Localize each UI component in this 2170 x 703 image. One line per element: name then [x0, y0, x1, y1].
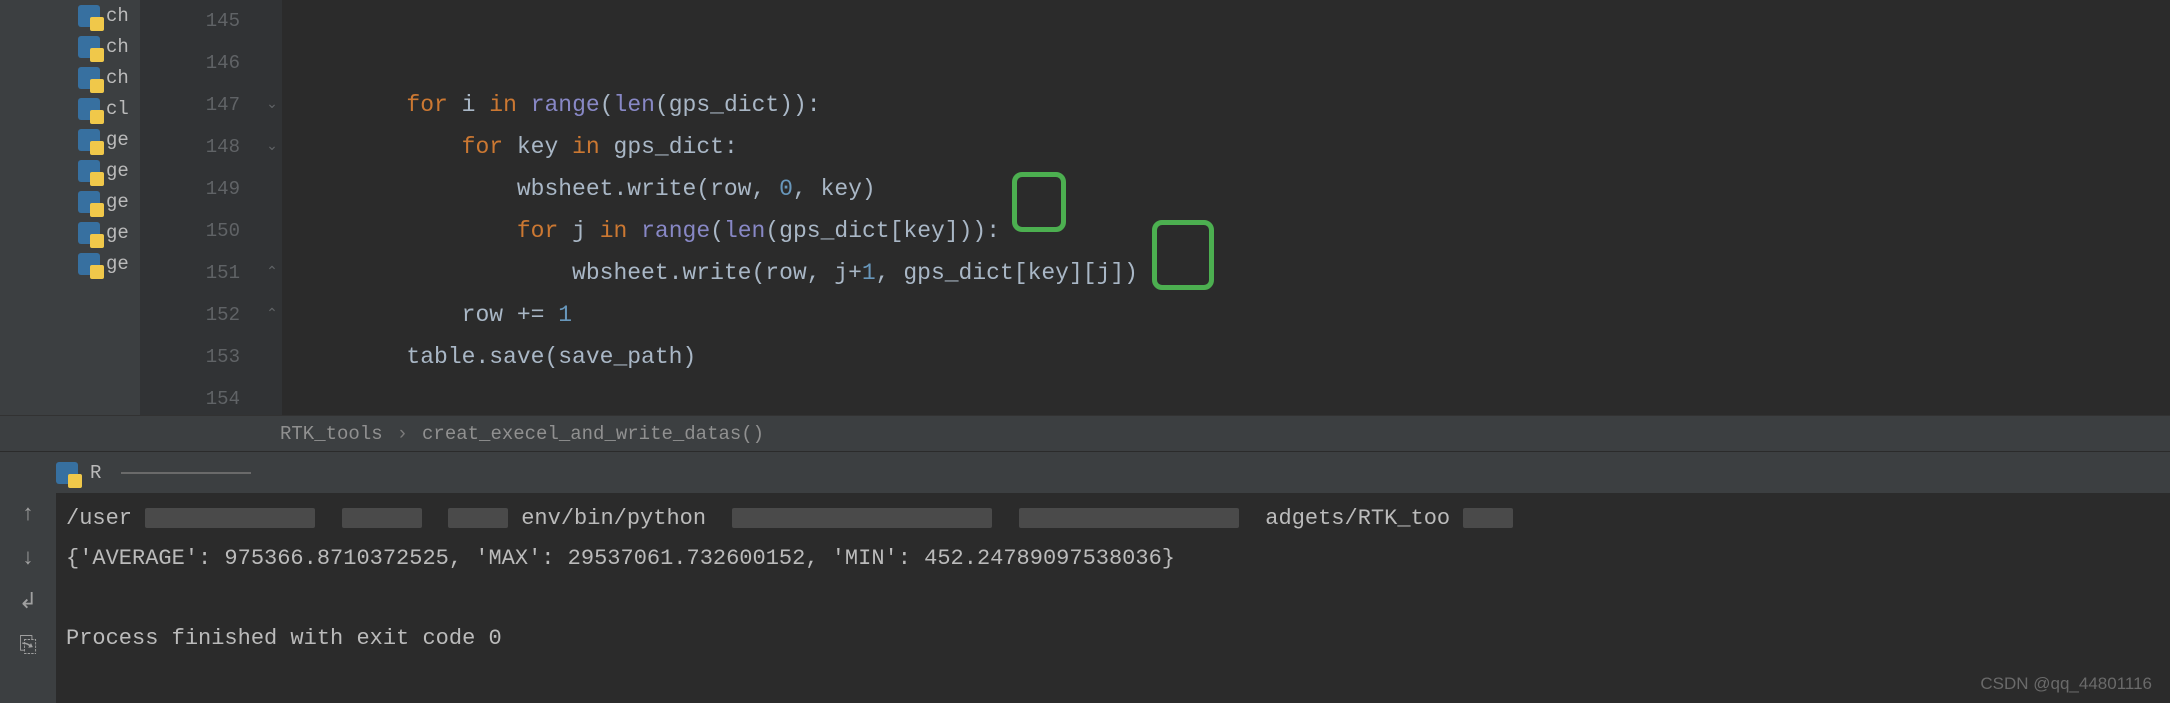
- code-line[interactable]: [296, 378, 2170, 420]
- run-tab-bar[interactable]: R: [0, 451, 2170, 493]
- soft-wrap-icon[interactable]: ↲: [15, 589, 41, 615]
- breadcrumb-current[interactable]: creat_execel_and_write_datas(): [422, 423, 764, 445]
- code-line[interactable]: for i in range(len(gps_dict)):: [296, 84, 2170, 126]
- line-number: 147: [140, 84, 240, 126]
- python-file-icon: [78, 67, 100, 89]
- line-number: 148: [140, 126, 240, 168]
- line-number: 154: [140, 378, 240, 420]
- code-line[interactable]: for key in gps_dict:: [296, 126, 2170, 168]
- fold-end-icon[interactable]: ⌃: [264, 306, 280, 316]
- line-number: 149: [140, 168, 240, 210]
- tree-item[interactable]: ge: [0, 124, 140, 155]
- tree-item-label: ge: [106, 191, 129, 213]
- code-line[interactable]: wbsheet.write(row, j+1, gps_dict[key][j]…: [296, 252, 2170, 294]
- code-editor[interactable]: for i in range(len(gps_dict)): for key i…: [282, 0, 2170, 415]
- python-file-icon: [56, 462, 78, 484]
- export-icon[interactable]: ⎘: [15, 633, 41, 659]
- tree-item-label: cl: [106, 98, 129, 120]
- tree-item-label: ge: [106, 129, 129, 151]
- tree-item[interactable]: ge: [0, 248, 140, 279]
- editor-area: ch ch ch cl ge ge ge ge ge 145 146 147 1…: [0, 0, 2170, 415]
- scroll-down-icon[interactable]: ↓: [15, 545, 41, 571]
- breadcrumb-parent[interactable]: RTK_tools: [280, 423, 383, 445]
- scroll-up-icon[interactable]: ↑: [15, 501, 41, 527]
- python-file-icon: [78, 129, 100, 151]
- python-file-icon: [78, 160, 100, 182]
- code-line[interactable]: [296, 0, 2170, 42]
- tree-item[interactable]: ge: [0, 155, 140, 186]
- tree-item[interactable]: cl: [0, 93, 140, 124]
- code-line[interactable]: wbsheet.write(row, 0, key): [296, 168, 2170, 210]
- run-tab-label[interactable]: R: [90, 462, 101, 484]
- line-number-gutter: 145 146 147 148 149 150 151 152 153 154: [140, 0, 270, 415]
- run-console: ↑ ↓ ↲ ⎘ /user env/bin/python adgets/RTK_…: [0, 493, 2170, 703]
- python-file-icon: [78, 5, 100, 27]
- line-number: 153: [140, 336, 240, 378]
- line-number: 151: [140, 252, 240, 294]
- code-line[interactable]: for j in range(len(gps_dict[key])):: [296, 210, 2170, 252]
- python-file-icon: [78, 36, 100, 58]
- console-line: {'AVERAGE': 975366.8710372525, 'MAX': 29…: [66, 539, 2160, 579]
- python-file-icon: [78, 191, 100, 213]
- line-number: 146: [140, 42, 240, 84]
- fold-toggle-icon[interactable]: ⌄: [264, 138, 280, 148]
- python-file-icon: [78, 98, 100, 120]
- python-file-icon: [78, 222, 100, 244]
- tree-item-label: ch: [106, 5, 129, 27]
- tree-item-label: ge: [106, 160, 129, 182]
- console-output[interactable]: /user env/bin/python adgets/RTK_too {'AV…: [56, 493, 2170, 703]
- code-line[interactable]: row += 1: [296, 294, 2170, 336]
- console-line: [66, 579, 2160, 619]
- tree-item[interactable]: ge: [0, 217, 140, 248]
- redacted-text: [121, 472, 251, 474]
- tree-item-label: ge: [106, 253, 129, 275]
- tree-item-label: ge: [106, 222, 129, 244]
- console-line: /user env/bin/python adgets/RTK_too: [66, 499, 2160, 539]
- project-tree[interactable]: ch ch ch cl ge ge ge ge ge: [0, 0, 140, 415]
- python-file-icon: [78, 253, 100, 275]
- line-number: 150: [140, 210, 240, 252]
- fold-column[interactable]: ⌄ ⌄ ⌃ ⌃: [270, 0, 282, 415]
- code-line[interactable]: [296, 42, 2170, 84]
- chevron-right-icon: ›: [397, 423, 408, 445]
- tree-item[interactable]: ch: [0, 0, 140, 31]
- console-line: Process finished with exit code 0: [66, 619, 2160, 659]
- breadcrumb[interactable]: RTK_tools › creat_execel_and_write_datas…: [0, 415, 2170, 451]
- console-toolbar: ↑ ↓ ↲ ⎘: [0, 493, 56, 703]
- line-number: 145: [140, 0, 240, 42]
- line-number: 152: [140, 294, 240, 336]
- watermark: CSDN @qq_44801116: [1980, 674, 2152, 694]
- tree-item[interactable]: ch: [0, 31, 140, 62]
- fold-end-icon[interactable]: ⌃: [264, 264, 280, 274]
- tree-item[interactable]: ch: [0, 62, 140, 93]
- tree-item-label: ch: [106, 67, 129, 89]
- tree-item-label: ch: [106, 36, 129, 58]
- tree-item[interactable]: ge: [0, 186, 140, 217]
- code-line[interactable]: table.save(save_path): [296, 336, 2170, 378]
- fold-toggle-icon[interactable]: ⌄: [264, 96, 280, 106]
